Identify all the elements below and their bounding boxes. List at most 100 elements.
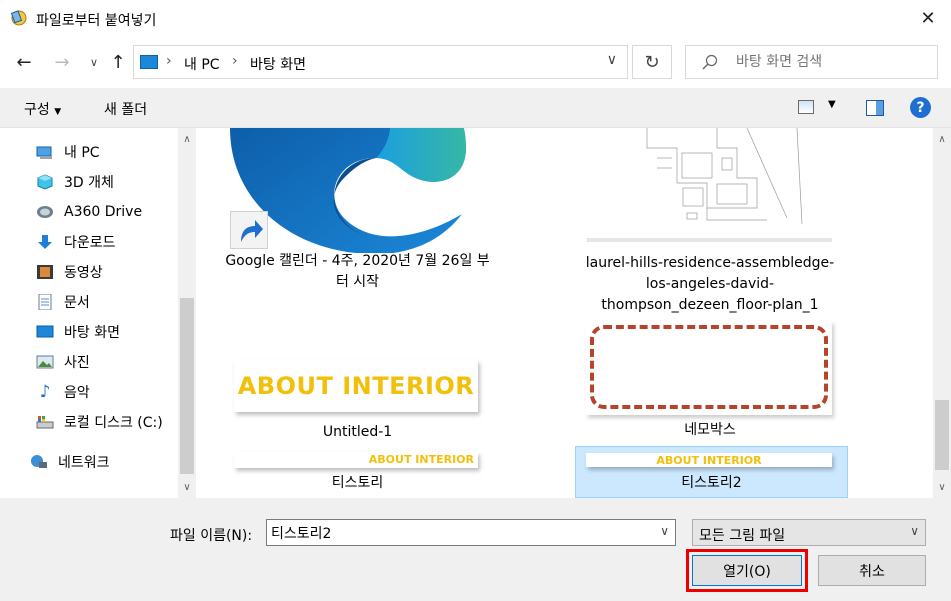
search-input[interactable] [736,52,926,72]
nemo-box-thumbnail [586,321,832,415]
nav-item-label: 다운로드 [64,235,116,251]
scroll-up-icon[interactable]: ∧ [933,130,951,148]
arrow-left-icon: ← [16,51,32,73]
organize-button[interactable]: 구성 ▼ [24,99,61,119]
pc-icon [140,55,158,69]
breadcrumb-separator-icon: › [232,53,238,69]
refresh-button[interactable]: ↻ [632,45,672,79]
dropdown-arrow-icon[interactable]: ▼ [828,99,836,110]
about-interior-text: ABOUT INTERIOR [656,453,762,467]
file-type-filter-value: 모든 그림 파일 [699,528,786,544]
nav-item-label: 바탕 화면 [64,325,120,341]
shortcut-overlay-icon [230,211,268,249]
desktop-icon [36,325,54,338]
nav-item-label: 문서 [64,295,90,311]
preview-pane-icon[interactable] [866,100,884,116]
file-name: 티스토리 [331,475,384,491]
file-type-filter[interactable]: 모든 그림 파일 ∨ [692,519,926,546]
scroll-up-icon[interactable]: ∧ [178,130,196,148]
dialog-footer: 파일 이름(N): ∨ 모든 그림 파일 ∨ 열기(O) 취소 [0,498,951,601]
toolbar: 구성 ▼ 새 폴더 ▼ ? [0,88,951,128]
cancel-button[interactable]: 취소 [818,555,926,586]
file-name: 티스토리2 [681,475,742,491]
help-icon[interactable]: ? [910,97,931,118]
back-button[interactable]: ← [12,50,36,74]
scrollbar-thumb[interactable] [935,400,949,470]
window-title: 파일로부터 붙여넣기 [36,13,157,29]
nav-item-documents[interactable]: 문서 [36,290,90,314]
filename-combobox[interactable]: ∨ [266,519,676,546]
film-strip-icon [37,265,53,279]
view-options-icon[interactable] [798,100,814,114]
up-button[interactable]: ↑ [106,50,130,74]
new-folder-button[interactable]: 새 폴더 [104,99,147,119]
filename-label: 파일 이름(N): [170,528,253,544]
nav-item-network[interactable]: 네트워크 [30,450,110,474]
document-icon [38,294,52,310]
floor-plan-thumbnail [587,128,832,242]
download-arrow-icon [38,235,52,249]
nav-item-label: 3D 개체 [64,175,114,191]
nav-item-label: A360 Drive [64,204,143,220]
breadcrumb-desktop[interactable]: 바탕 화면 [250,54,306,74]
nav-item-label: 사진 [64,355,90,371]
file-name: 네모박스 [684,422,736,438]
file-list: Google 캘린더 - 4주, 2020년 7월 26일 부터 시작 laur… [200,128,933,498]
nav-item-label: 음악 [64,385,90,401]
about-interior-text: ABOUT INTERIOR [368,453,474,466]
nav-item-label: 네트워크 [58,455,110,471]
file-tile-tistory2-selected[interactable]: ABOUT INTERIOR 티스토리2 [575,446,848,498]
nav-item-a360-drive[interactable]: A360 Drive [36,200,142,224]
breadcrumb-separator-icon: › [166,53,172,69]
navigation-pane: 내 PC 3D 개체 A360 Drive 다운로드 동영상 문서 바탕 화면 … [0,128,200,498]
close-icon: ✕ [920,7,936,29]
chevron-down-icon[interactable]: ∨ [660,524,669,538]
arrow-right-icon: → [54,51,70,73]
nav-item-my-pc[interactable]: 내 PC [36,140,100,164]
nav-item-videos[interactable]: 동영상 [36,260,103,284]
nav-item-music[interactable]: ♪ 음악 [36,380,90,404]
untitled-1-thumbnail: ABOUT INTERIOR [234,360,478,412]
file-name: Google 캘린더 - 4주, 2020년 7월 26일 부터 시작 [225,253,490,290]
search-icon [702,54,718,70]
breadcrumb-my-pc[interactable]: 내 PC [184,54,220,74]
nav-item-downloads[interactable]: 다운로드 [36,230,116,254]
file-list-scrollbar[interactable]: ∧ ∨ [933,128,951,498]
scroll-down-icon[interactable]: ∨ [933,478,951,496]
chevron-down-icon[interactable]: ∨ [607,52,617,68]
organize-label: 구성 [24,102,50,118]
about-interior-text: ABOUT INTERIOR [237,372,475,400]
search-box[interactable] [685,45,938,79]
arrow-up-icon: ↑ [110,51,126,73]
nav-item-3d-objects[interactable]: 3D 개체 [36,170,114,194]
address-bar[interactable]: › 내 PC › 바탕 화면 ∨ [133,45,628,79]
dashed-rounded-box [590,325,828,409]
network-icon [31,455,47,468]
cube-3d-icon [37,174,53,190]
music-note-icon: ♪ [39,382,51,402]
chevron-down-icon: ∨ [910,524,919,538]
scrollbar-thumb[interactable] [180,298,194,474]
disk-drive-icon [36,416,54,429]
address-row: ← → ∨ ↑ › 내 PC › 바탕 화면 ∨ ↻ [0,36,951,88]
computer-icon [36,146,52,159]
chevron-down-icon: ∨ [89,55,99,69]
file-name: laurel-hills-residence-assembledge-los-a… [585,255,835,313]
scroll-down-icon[interactable]: ∨ [178,478,196,496]
forward-button[interactable]: → [50,50,74,74]
nav-item-desktop[interactable]: 바탕 화면 [36,320,120,344]
filename-input[interactable] [271,523,641,543]
tistory-thumbnail: ABOUT INTERIOR [234,452,478,468]
nav-item-label: 내 PC [64,145,100,161]
navigation-scrollbar[interactable]: ∧ ∨ [178,128,196,498]
a360-drive-icon [37,206,53,218]
close-button[interactable]: ✕ [905,0,951,36]
title-bar: 파일로부터 붙여넣기 ✕ [0,0,951,36]
nav-item-pictures[interactable]: 사진 [36,350,90,374]
recent-locations-button[interactable]: ∨ [82,50,106,74]
refresh-icon: ↻ [644,51,660,73]
tistory2-thumbnail: ABOUT INTERIOR [586,453,832,467]
nav-item-local-disk[interactable]: 로컬 디스크 (C:) [36,410,163,434]
open-button[interactable]: 열기(O) [692,555,802,586]
picture-icon [36,355,54,369]
